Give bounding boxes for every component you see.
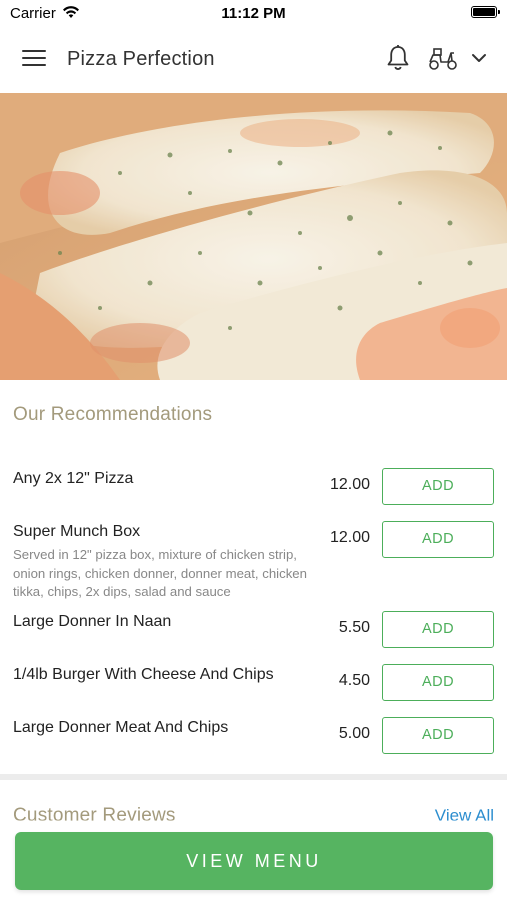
item-price: 12.00 — [329, 529, 370, 546]
status-bar: Carrier 11:12 PM — [0, 0, 507, 28]
item-price: 5.50 — [338, 619, 370, 636]
delivery-scooter-icon[interactable] — [427, 46, 459, 72]
item-price: 4.50 — [338, 672, 370, 689]
item-name: Super Munch Box — [13, 523, 141, 540]
item-name: Any 2x 12" Pizza — [13, 470, 134, 487]
item-name: Large Donner In Naan — [13, 613, 172, 630]
app-header: Pizza Perfection — [0, 28, 507, 93]
hero-pizza-image — [0, 93, 507, 380]
add-button[interactable]: ADD — [382, 664, 494, 701]
battery-icon — [471, 6, 500, 18]
recommendations-title: Our Recommendations — [13, 404, 213, 425]
menu-icon[interactable] — [22, 50, 46, 70]
item-description: Served in 12" pizza box, mixture of chic… — [13, 547, 307, 599]
item-price: 5.00 — [338, 725, 370, 742]
section-divider — [0, 774, 507, 780]
chevron-down-icon[interactable] — [470, 50, 488, 66]
item-name: 1/4lb Burger With Cheese And Chips — [13, 666, 274, 683]
add-button[interactable]: ADD — [382, 468, 494, 505]
add-button[interactable]: ADD — [382, 717, 494, 754]
page-title: Pizza Perfection — [67, 48, 215, 70]
clock: 11:12 PM — [221, 5, 286, 22]
bell-icon[interactable] — [385, 44, 411, 72]
add-button[interactable]: ADD — [382, 521, 494, 558]
view-menu-button[interactable]: VIEW MENU — [15, 832, 493, 890]
item-name: Large Donner Meat And Chips — [13, 719, 229, 736]
item-price: 12.00 — [329, 476, 370, 493]
add-button[interactable]: ADD — [382, 611, 494, 648]
